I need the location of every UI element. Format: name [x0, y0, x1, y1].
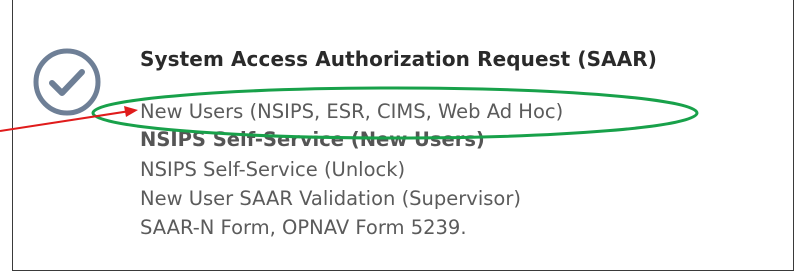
- panel-title: System Access Authorization Request (SAA…: [140, 47, 658, 71]
- check-circle-icon: [33, 48, 101, 116]
- link-nsips-self-service-unlock[interactable]: NSIPS Self-Service (Unlock): [140, 158, 405, 181]
- link-new-user-saar-validation[interactable]: New User SAAR Validation (Supervisor): [140, 187, 521, 210]
- screenshot-stage: System Access Authorization Request (SAA…: [0, 0, 808, 273]
- link-saar-n-form[interactable]: SAAR-N Form, OPNAV Form 5239.: [140, 216, 467, 239]
- link-nsips-self-service-new-users[interactable]: NSIPS Self-Service (New Users): [140, 128, 485, 151]
- link-new-users[interactable]: New Users (NSIPS, ESR, CIMS, Web Ad Hoc): [140, 100, 563, 123]
